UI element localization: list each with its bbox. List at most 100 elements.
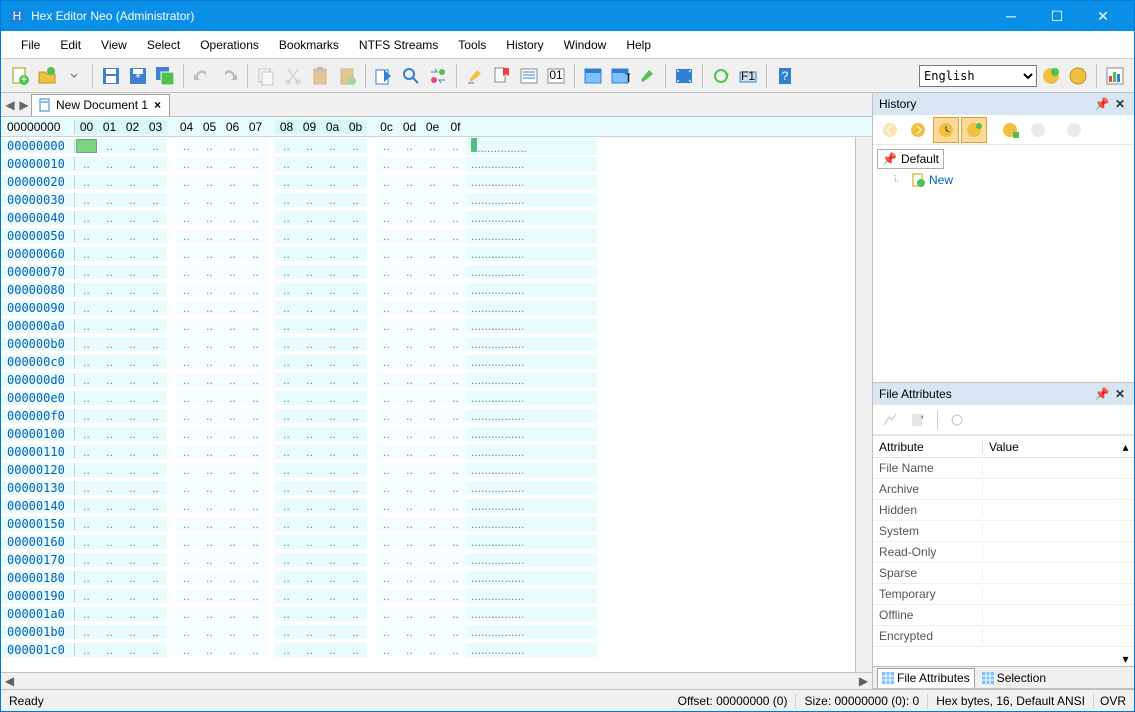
- hex-cell[interactable]: ..: [275, 247, 298, 261]
- horizontal-scrollbar[interactable]: ◀ ▶: [1, 672, 872, 689]
- hex-ascii[interactable]: ................: [467, 463, 597, 477]
- hex-cell[interactable]: ..: [275, 283, 298, 297]
- hex-ascii[interactable]: ................: [467, 391, 597, 405]
- hex-row[interactable]: 00000060................................…: [1, 245, 855, 263]
- window2-icon[interactable]: T: [607, 63, 633, 89]
- hex-cell[interactable]: ..: [175, 391, 198, 405]
- hex-cell[interactable]: ..: [75, 517, 98, 531]
- hex-cell[interactable]: ..: [121, 445, 144, 459]
- hex-cell[interactable]: ..: [344, 229, 367, 243]
- hex-cell[interactable]: ..: [244, 301, 267, 315]
- hex-cell[interactable]: ..: [121, 553, 144, 567]
- hex-cell[interactable]: ..: [75, 643, 98, 657]
- hex-row[interactable]: 000000d0................................…: [1, 371, 855, 389]
- hex-cell[interactable]: ..: [344, 355, 367, 369]
- hex-cell[interactable]: ..: [198, 553, 221, 567]
- hex-cell[interactable]: ..: [421, 409, 444, 423]
- hex-row[interactable]: 00000050................................…: [1, 227, 855, 245]
- hex-cell[interactable]: ..: [244, 319, 267, 333]
- hex-cell[interactable]: ..: [375, 625, 398, 639]
- hex-cell[interactable]: ..: [221, 481, 244, 495]
- hex-cell[interactable]: ..: [75, 571, 98, 585]
- hex-cell[interactable]: ..: [398, 553, 421, 567]
- hex-cell[interactable]: ..: [98, 373, 121, 387]
- hex-cell[interactable]: ..: [344, 157, 367, 171]
- hex-cell[interactable]: ..: [198, 265, 221, 279]
- hex-row[interactable]: 00000000................................…: [1, 137, 855, 155]
- hex-cell[interactable]: ..: [398, 445, 421, 459]
- hex-cell[interactable]: ..: [298, 229, 321, 243]
- hex-cell[interactable]: ..: [398, 607, 421, 621]
- hex-cell[interactable]: ..: [175, 301, 198, 315]
- hex-cell[interactable]: ..: [375, 445, 398, 459]
- hex-cell[interactable]: ..: [244, 337, 267, 351]
- hex-cell[interactable]: ..: [275, 643, 298, 657]
- hex-cell[interactable]: ..: [421, 625, 444, 639]
- hex-cell[interactable]: ..: [398, 139, 421, 153]
- hex-cell[interactable]: ..: [275, 211, 298, 225]
- hex-cell[interactable]: ..: [321, 643, 344, 657]
- hex-cell[interactable]: ..: [198, 139, 221, 153]
- hex-cell[interactable]: ..: [298, 463, 321, 477]
- hex-cell[interactable]: ..: [221, 571, 244, 585]
- hex-cell[interactable]: ..: [275, 571, 298, 585]
- hex-cell[interactable]: ..: [375, 535, 398, 549]
- hex-ascii[interactable]: ................: [467, 175, 597, 189]
- attr-row[interactable]: Read-Only: [873, 542, 1134, 563]
- hex-cell[interactable]: ..: [198, 157, 221, 171]
- hex-cell[interactable]: ..: [298, 373, 321, 387]
- hex-cell[interactable]: ..: [98, 625, 121, 639]
- hex-row[interactable]: 00000040................................…: [1, 209, 855, 227]
- hex-cell[interactable]: ..: [444, 247, 467, 261]
- hex-cell[interactable]: ..: [144, 517, 167, 531]
- hex-cell[interactable]: ..: [175, 427, 198, 441]
- hex-cell[interactable]: ..: [221, 373, 244, 387]
- hex-cell[interactable]: ..: [75, 265, 98, 279]
- hex-row[interactable]: 00000170................................…: [1, 551, 855, 569]
- hex-cell[interactable]: ..: [144, 607, 167, 621]
- hex-cell[interactable]: ..: [275, 139, 298, 153]
- hex-cell[interactable]: ..: [221, 589, 244, 603]
- hex-cell[interactable]: ..: [444, 319, 467, 333]
- copy-icon[interactable]: [253, 63, 279, 89]
- hex-cell[interactable]: ..: [375, 373, 398, 387]
- hex-cell[interactable]: ..: [444, 535, 467, 549]
- hex-cell[interactable]: ..: [144, 355, 167, 369]
- hex-cell[interactable]: ..: [444, 427, 467, 441]
- hex-ascii[interactable]: ................: [467, 499, 597, 513]
- hex-cell[interactable]: ..: [221, 229, 244, 243]
- attr-scroll-down-icon[interactable]: ▾: [1117, 652, 1134, 666]
- hex-cell[interactable]: ..: [144, 499, 167, 513]
- hex-cell[interactable]: ..: [121, 643, 144, 657]
- hex-row[interactable]: 000000a0................................…: [1, 317, 855, 335]
- hex-cell[interactable]: ..: [375, 409, 398, 423]
- hex-cell[interactable]: ..: [175, 643, 198, 657]
- hex-cell[interactable]: ..: [398, 643, 421, 657]
- hex-cell[interactable]: ..: [421, 517, 444, 531]
- hex-cell[interactable]: ..: [244, 247, 267, 261]
- hex-cell[interactable]: ..: [444, 193, 467, 207]
- hex-cell[interactable]: ..: [198, 643, 221, 657]
- hex-row[interactable]: 00000150................................…: [1, 515, 855, 533]
- menu-tools[interactable]: Tools: [448, 34, 496, 56]
- hex-cell[interactable]: ..: [321, 175, 344, 189]
- history-load-icon[interactable]: [1025, 117, 1051, 143]
- hex-cell[interactable]: ..: [444, 337, 467, 351]
- attr-row[interactable]: Temporary: [873, 584, 1134, 605]
- hex-cell[interactable]: ..: [398, 409, 421, 423]
- hex-cell[interactable]: ..: [121, 499, 144, 513]
- hex-cell[interactable]: ..: [275, 175, 298, 189]
- hex-cell[interactable]: ..: [275, 499, 298, 513]
- hex-cell[interactable]: ..: [175, 535, 198, 549]
- hex-ascii[interactable]: ................: [467, 337, 597, 351]
- hex-cell[interactable]: ..: [398, 571, 421, 585]
- paste-icon[interactable]: [307, 63, 333, 89]
- hex-cell[interactable]: ..: [221, 319, 244, 333]
- cut-icon[interactable]: [280, 63, 306, 89]
- hex-cell[interactable]: ..: [121, 337, 144, 351]
- scroll-left-icon[interactable]: ◀: [1, 674, 18, 689]
- hex-cell[interactable]: ..: [344, 427, 367, 441]
- hex-cell[interactable]: ..: [421, 265, 444, 279]
- help-icon[interactable]: ?: [772, 63, 798, 89]
- hex-cell[interactable]: ..: [375, 355, 398, 369]
